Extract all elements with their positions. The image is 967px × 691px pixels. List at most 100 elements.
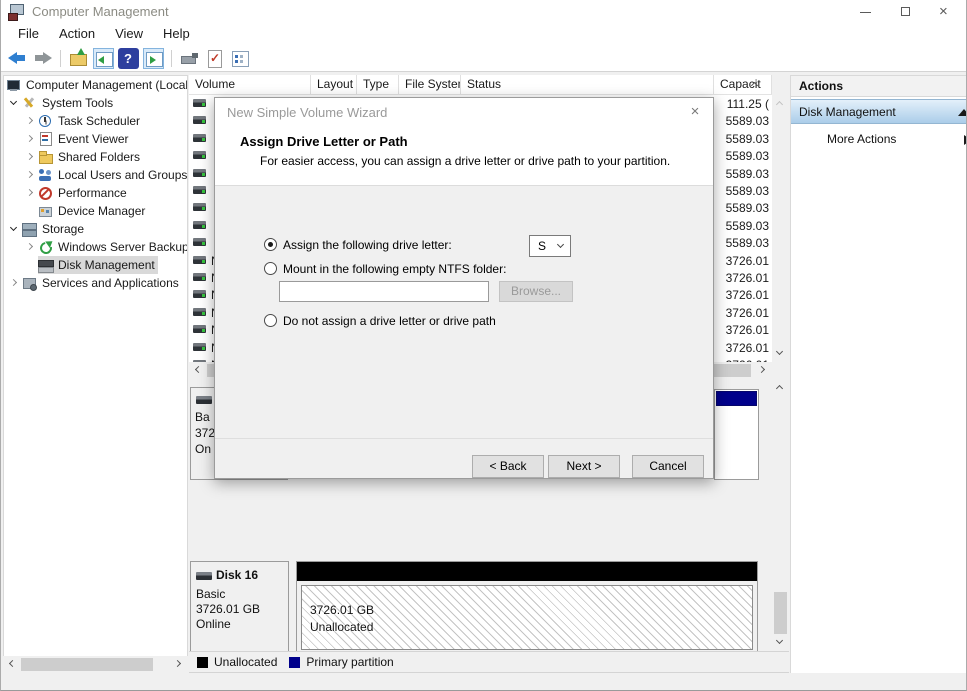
disk16-status: Online bbox=[196, 617, 231, 631]
tree-item-computer-management-local[interactable]: Computer Management (Local bbox=[4, 76, 187, 94]
menu-view[interactable]: View bbox=[105, 23, 153, 45]
scroll-right-icon[interactable] bbox=[755, 362, 772, 379]
radio-none-label[interactable]: Do not assign a drive letter or drive pa… bbox=[283, 314, 496, 329]
checklist-icon[interactable] bbox=[229, 48, 250, 69]
chevron-right-icon[interactable] bbox=[24, 148, 38, 166]
menu-action[interactable]: Action bbox=[49, 23, 105, 45]
tree-item-services-and-applications[interactable]: Services and Applications bbox=[4, 274, 187, 292]
device-icon[interactable] bbox=[179, 48, 200, 69]
tree-item-shared-folders[interactable]: Shared Folders bbox=[4, 148, 187, 166]
close-button[interactable] bbox=[926, 0, 966, 23]
chevron-right-icon[interactable] bbox=[24, 130, 38, 148]
volume-icon bbox=[193, 185, 206, 196]
show-console-tree-icon[interactable] bbox=[93, 47, 114, 69]
disk16-unallocated-region[interactable]: 3726.01 GB Unallocated bbox=[296, 561, 758, 657]
tree-item-performance[interactable]: Performance bbox=[4, 184, 187, 202]
tree-item-local-users-and-groups[interactable]: Local Users and Groups bbox=[4, 166, 187, 184]
more-actions-item[interactable]: More Actions bbox=[791, 128, 966, 150]
back-button[interactable]: < Back bbox=[472, 455, 544, 478]
window-controls bbox=[846, 0, 966, 23]
radio-mount-label[interactable]: Mount in the following empty NTFS folder… bbox=[283, 262, 506, 277]
scroll-up-icon[interactable] bbox=[772, 379, 789, 396]
tree-item-content: Local Users and Groups bbox=[38, 166, 187, 184]
volume-icon bbox=[193, 289, 206, 300]
tree-item-event-viewer[interactable]: Event Viewer bbox=[4, 130, 187, 148]
tree-item-content: Performance bbox=[38, 184, 130, 202]
tree-item-task-scheduler[interactable]: Task Scheduler bbox=[4, 112, 187, 130]
menu-help[interactable]: Help bbox=[153, 23, 200, 45]
disk-icon bbox=[196, 396, 212, 404]
radio-no-drive-letter[interactable] bbox=[264, 314, 277, 327]
maximize-button[interactable] bbox=[886, 0, 926, 23]
tree-item-content: Event Viewer bbox=[38, 130, 131, 148]
forward-icon[interactable] bbox=[32, 48, 53, 69]
browse-button[interactable]: Browse... bbox=[499, 281, 573, 302]
minimize-button[interactable] bbox=[846, 0, 886, 23]
disk16-info-panel[interactable]: Disk 16 Basic 3726.01 GB Online bbox=[190, 561, 289, 657]
column-header-file-system[interactable]: File System bbox=[399, 75, 461, 94]
chevron-right-icon[interactable] bbox=[24, 112, 38, 130]
chevron-down-icon[interactable] bbox=[8, 220, 22, 238]
window-title: Computer Management bbox=[32, 4, 169, 19]
drive-letter-dropdown[interactable]: S bbox=[529, 235, 571, 257]
menu-file[interactable]: File bbox=[8, 23, 49, 45]
column-header-label: Status bbox=[467, 77, 502, 91]
disk-status-label: On bbox=[195, 442, 212, 456]
scroll-left-icon[interactable] bbox=[189, 362, 206, 379]
shared-folders-icon bbox=[38, 150, 53, 164]
scroll-down-icon[interactable] bbox=[772, 345, 789, 362]
tree-item-label: Shared Folders bbox=[58, 150, 141, 164]
tree-horizontal-scrollbar[interactable] bbox=[3, 656, 188, 673]
chevron-right-icon[interactable] bbox=[8, 274, 22, 292]
radio-assign-label[interactable]: Assign the following drive letter: bbox=[283, 238, 452, 253]
tree-item-storage[interactable]: Storage bbox=[4, 220, 187, 238]
tree-item-content: Storage bbox=[22, 220, 87, 238]
tree-item-system-tools[interactable]: System Tools bbox=[4, 94, 187, 112]
chevron-right-icon[interactable] bbox=[24, 184, 38, 202]
tree-item-content: Windows Server Backup bbox=[38, 238, 187, 256]
radio-assign-drive-letter[interactable] bbox=[264, 238, 277, 251]
scrollbar-thumb[interactable] bbox=[774, 592, 787, 634]
column-header-volume[interactable]: Volume bbox=[189, 75, 311, 94]
column-header-label: Layout bbox=[317, 77, 354, 91]
tree-item-label: Device Manager bbox=[58, 204, 146, 218]
chevron-down-icon[interactable] bbox=[8, 94, 22, 112]
tree-item-label: System Tools bbox=[42, 96, 114, 110]
volume-icon bbox=[193, 237, 206, 248]
scroll-right-icon[interactable] bbox=[171, 656, 188, 673]
collapse-icon[interactable] bbox=[958, 109, 966, 116]
chevron-right-icon[interactable] bbox=[24, 238, 38, 256]
column-header-layout[interactable]: Layout bbox=[311, 75, 357, 94]
next-button[interactable]: Next > bbox=[548, 455, 620, 478]
properties-icon[interactable] bbox=[204, 48, 225, 69]
scroll-up-icon[interactable] bbox=[772, 95, 789, 112]
volume-list-vertical-scrollbar[interactable] bbox=[772, 95, 789, 362]
tree-item-disk-management[interactable]: Disk Management bbox=[4, 256, 187, 274]
graphical-view-vertical-scrollbar[interactable] bbox=[772, 379, 789, 651]
actions-group-disk-management[interactable]: Disk Management bbox=[791, 99, 966, 124]
tree-item-device-manager[interactable]: Device Manager bbox=[4, 202, 187, 220]
column-header-status[interactable]: Status bbox=[461, 75, 714, 94]
help-icon[interactable] bbox=[118, 47, 139, 69]
tree-item-windows-server-backup[interactable]: Windows Server Backup bbox=[4, 238, 187, 256]
show-action-pane-icon[interactable] bbox=[143, 47, 164, 69]
export-folder-icon[interactable] bbox=[68, 47, 89, 69]
volume-icon bbox=[193, 202, 206, 213]
unallocated-area[interactable]: 3726.01 GB Unallocated bbox=[301, 585, 753, 650]
back-icon[interactable] bbox=[7, 48, 28, 69]
actions-header: Actions bbox=[791, 76, 966, 97]
scroll-down-icon[interactable] bbox=[772, 634, 789, 651]
ntfs-folder-input[interactable] bbox=[279, 281, 489, 302]
footer-divider bbox=[215, 438, 713, 439]
column-header-capacit[interactable]: Capacit bbox=[714, 75, 772, 94]
column-header-type[interactable]: Type bbox=[357, 75, 399, 94]
dialog-close-icon[interactable] bbox=[686, 102, 704, 120]
scrollbar-thumb[interactable] bbox=[21, 658, 153, 671]
cancel-button[interactable]: Cancel bbox=[632, 455, 704, 478]
volume-icon bbox=[193, 272, 206, 283]
radio-mount-ntfs-folder[interactable] bbox=[264, 262, 277, 275]
chevron-right-icon[interactable] bbox=[24, 166, 38, 184]
tree-item-content: Task Scheduler bbox=[38, 112, 143, 130]
primary-partition-box[interactable] bbox=[714, 389, 759, 480]
scroll-left-icon[interactable] bbox=[3, 656, 20, 673]
